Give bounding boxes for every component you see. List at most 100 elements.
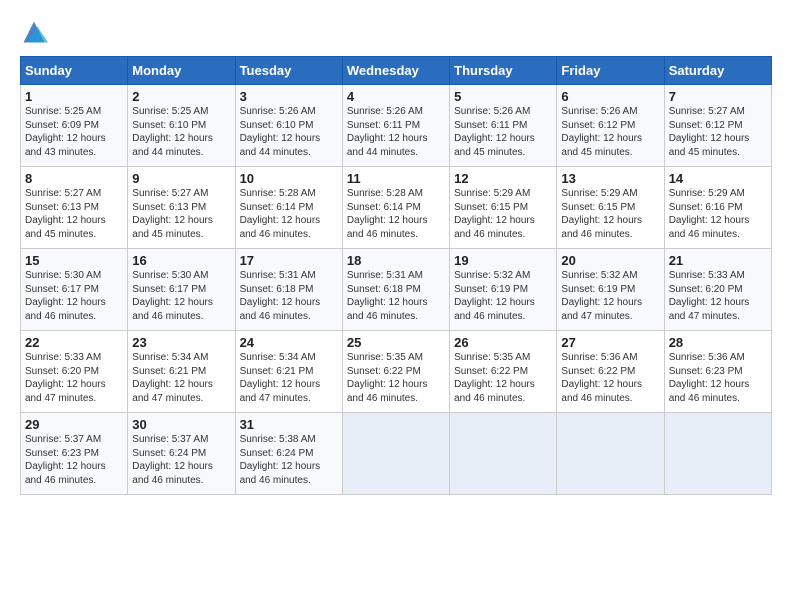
calendar-cell: 10Sunrise: 5:28 AMSunset: 6:14 PMDayligh… [235, 167, 342, 249]
calendar-cell: 4Sunrise: 5:26 AMSunset: 6:11 PMDaylight… [342, 85, 449, 167]
day-number: 23 [132, 335, 230, 350]
calendar-cell [664, 413, 771, 495]
logo-icon [20, 18, 48, 46]
day-number: 12 [454, 171, 552, 186]
logo [20, 18, 52, 46]
weekday-header: Monday [128, 57, 235, 85]
day-info: Sunrise: 5:33 AMSunset: 6:20 PMDaylight:… [25, 351, 123, 405]
day-info: Sunrise: 5:35 AMSunset: 6:22 PMDaylight:… [454, 351, 552, 405]
day-info: Sunrise: 5:26 AMSunset: 6:10 PMDaylight:… [240, 105, 338, 159]
weekday-header: Tuesday [235, 57, 342, 85]
day-number: 4 [347, 89, 445, 104]
calendar-cell: 11Sunrise: 5:28 AMSunset: 6:14 PMDayligh… [342, 167, 449, 249]
day-number: 6 [561, 89, 659, 104]
day-info: Sunrise: 5:36 AMSunset: 6:23 PMDaylight:… [669, 351, 767, 405]
calendar-cell: 19Sunrise: 5:32 AMSunset: 6:19 PMDayligh… [450, 249, 557, 331]
calendar-cell: 28Sunrise: 5:36 AMSunset: 6:23 PMDayligh… [664, 331, 771, 413]
page: SundayMondayTuesdayWednesdayThursdayFrid… [0, 0, 792, 507]
day-number: 3 [240, 89, 338, 104]
weekday-header: Thursday [450, 57, 557, 85]
day-number: 19 [454, 253, 552, 268]
day-info: Sunrise: 5:29 AMSunset: 6:15 PMDaylight:… [454, 187, 552, 241]
day-info: Sunrise: 5:25 AMSunset: 6:10 PMDaylight:… [132, 105, 230, 159]
day-info: Sunrise: 5:31 AMSunset: 6:18 PMDaylight:… [347, 269, 445, 323]
day-info: Sunrise: 5:37 AMSunset: 6:24 PMDaylight:… [132, 433, 230, 487]
day-number: 8 [25, 171, 123, 186]
day-number: 17 [240, 253, 338, 268]
calendar-cell [557, 413, 664, 495]
day-number: 28 [669, 335, 767, 350]
day-info: Sunrise: 5:26 AMSunset: 6:11 PMDaylight:… [454, 105, 552, 159]
weekday-header-row: SundayMondayTuesdayWednesdayThursdayFrid… [21, 57, 772, 85]
day-number: 1 [25, 89, 123, 104]
calendar-cell [450, 413, 557, 495]
day-number: 5 [454, 89, 552, 104]
day-number: 7 [669, 89, 767, 104]
day-info: Sunrise: 5:36 AMSunset: 6:22 PMDaylight:… [561, 351, 659, 405]
day-info: Sunrise: 5:31 AMSunset: 6:18 PMDaylight:… [240, 269, 338, 323]
day-number: 18 [347, 253, 445, 268]
day-info: Sunrise: 5:25 AMSunset: 6:09 PMDaylight:… [25, 105, 123, 159]
day-number: 11 [347, 171, 445, 186]
day-number: 14 [669, 171, 767, 186]
day-info: Sunrise: 5:28 AMSunset: 6:14 PMDaylight:… [347, 187, 445, 241]
calendar-cell: 26Sunrise: 5:35 AMSunset: 6:22 PMDayligh… [450, 331, 557, 413]
day-info: Sunrise: 5:35 AMSunset: 6:22 PMDaylight:… [347, 351, 445, 405]
day-info: Sunrise: 5:32 AMSunset: 6:19 PMDaylight:… [454, 269, 552, 323]
day-number: 31 [240, 417, 338, 432]
day-info: Sunrise: 5:27 AMSunset: 6:13 PMDaylight:… [132, 187, 230, 241]
day-info: Sunrise: 5:26 AMSunset: 6:12 PMDaylight:… [561, 105, 659, 159]
day-info: Sunrise: 5:32 AMSunset: 6:19 PMDaylight:… [561, 269, 659, 323]
day-number: 15 [25, 253, 123, 268]
day-info: Sunrise: 5:26 AMSunset: 6:11 PMDaylight:… [347, 105, 445, 159]
day-number: 10 [240, 171, 338, 186]
calendar-cell: 24Sunrise: 5:34 AMSunset: 6:21 PMDayligh… [235, 331, 342, 413]
calendar-table: SundayMondayTuesdayWednesdayThursdayFrid… [20, 56, 772, 495]
day-number: 29 [25, 417, 123, 432]
calendar-cell: 7Sunrise: 5:27 AMSunset: 6:12 PMDaylight… [664, 85, 771, 167]
calendar-cell: 25Sunrise: 5:35 AMSunset: 6:22 PMDayligh… [342, 331, 449, 413]
day-info: Sunrise: 5:29 AMSunset: 6:16 PMDaylight:… [669, 187, 767, 241]
calendar-cell: 29Sunrise: 5:37 AMSunset: 6:23 PMDayligh… [21, 413, 128, 495]
day-info: Sunrise: 5:27 AMSunset: 6:12 PMDaylight:… [669, 105, 767, 159]
calendar-week-row: 29Sunrise: 5:37 AMSunset: 6:23 PMDayligh… [21, 413, 772, 495]
day-number: 22 [25, 335, 123, 350]
calendar-cell: 2Sunrise: 5:25 AMSunset: 6:10 PMDaylight… [128, 85, 235, 167]
calendar-cell: 23Sunrise: 5:34 AMSunset: 6:21 PMDayligh… [128, 331, 235, 413]
day-number: 9 [132, 171, 230, 186]
header [20, 18, 772, 46]
day-number: 20 [561, 253, 659, 268]
day-info: Sunrise: 5:29 AMSunset: 6:15 PMDaylight:… [561, 187, 659, 241]
day-info: Sunrise: 5:27 AMSunset: 6:13 PMDaylight:… [25, 187, 123, 241]
calendar-cell: 30Sunrise: 5:37 AMSunset: 6:24 PMDayligh… [128, 413, 235, 495]
day-info: Sunrise: 5:33 AMSunset: 6:20 PMDaylight:… [669, 269, 767, 323]
calendar-cell: 1Sunrise: 5:25 AMSunset: 6:09 PMDaylight… [21, 85, 128, 167]
calendar-week-row: 1Sunrise: 5:25 AMSunset: 6:09 PMDaylight… [21, 85, 772, 167]
day-number: 27 [561, 335, 659, 350]
calendar-cell: 12Sunrise: 5:29 AMSunset: 6:15 PMDayligh… [450, 167, 557, 249]
day-info: Sunrise: 5:30 AMSunset: 6:17 PMDaylight:… [25, 269, 123, 323]
calendar-cell: 18Sunrise: 5:31 AMSunset: 6:18 PMDayligh… [342, 249, 449, 331]
day-number: 25 [347, 335, 445, 350]
calendar-week-row: 22Sunrise: 5:33 AMSunset: 6:20 PMDayligh… [21, 331, 772, 413]
calendar-cell: 3Sunrise: 5:26 AMSunset: 6:10 PMDaylight… [235, 85, 342, 167]
weekday-header: Saturday [664, 57, 771, 85]
day-info: Sunrise: 5:28 AMSunset: 6:14 PMDaylight:… [240, 187, 338, 241]
day-info: Sunrise: 5:38 AMSunset: 6:24 PMDaylight:… [240, 433, 338, 487]
weekday-header: Friday [557, 57, 664, 85]
day-number: 30 [132, 417, 230, 432]
calendar-cell: 8Sunrise: 5:27 AMSunset: 6:13 PMDaylight… [21, 167, 128, 249]
day-number: 16 [132, 253, 230, 268]
day-info: Sunrise: 5:34 AMSunset: 6:21 PMDaylight:… [132, 351, 230, 405]
calendar-cell: 31Sunrise: 5:38 AMSunset: 6:24 PMDayligh… [235, 413, 342, 495]
calendar-cell: 16Sunrise: 5:30 AMSunset: 6:17 PMDayligh… [128, 249, 235, 331]
calendar-cell [342, 413, 449, 495]
calendar-cell: 5Sunrise: 5:26 AMSunset: 6:11 PMDaylight… [450, 85, 557, 167]
calendar-cell: 27Sunrise: 5:36 AMSunset: 6:22 PMDayligh… [557, 331, 664, 413]
weekday-header: Sunday [21, 57, 128, 85]
day-number: 2 [132, 89, 230, 104]
calendar-cell: 14Sunrise: 5:29 AMSunset: 6:16 PMDayligh… [664, 167, 771, 249]
day-number: 26 [454, 335, 552, 350]
day-info: Sunrise: 5:37 AMSunset: 6:23 PMDaylight:… [25, 433, 123, 487]
day-info: Sunrise: 5:30 AMSunset: 6:17 PMDaylight:… [132, 269, 230, 323]
